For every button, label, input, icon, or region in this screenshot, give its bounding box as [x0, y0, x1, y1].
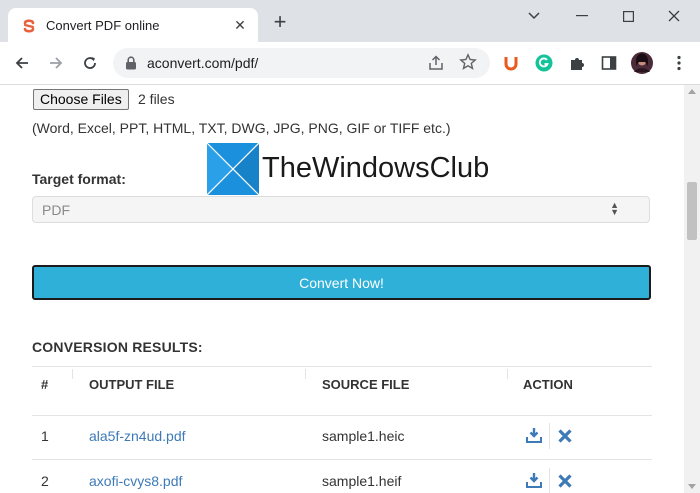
row-number: 1 — [41, 428, 49, 444]
watermark-text: TheWindowsClub — [262, 152, 490, 184]
lock-icon — [126, 56, 136, 70]
bookmark-star-icon[interactable] — [459, 53, 477, 71]
share-icon[interactable] — [427, 54, 445, 72]
convert-now-button[interactable]: Convert Now! — [32, 265, 651, 300]
page-content: Choose Files 2 files (Word, Excel, PPT, … — [0, 85, 684, 493]
back-icon[interactable] — [11, 52, 33, 74]
target-format-select[interactable]: PDF ▲ ▼ — [32, 196, 650, 223]
table-header: # OUTPUT FILE SOURCE FILE ACTION — [32, 366, 652, 416]
delete-icon[interactable] — [557, 428, 573, 444]
column-divider — [72, 369, 73, 379]
browser-tab[interactable]: Convert PDF online ✕ — [8, 8, 258, 42]
window-close-icon[interactable] — [652, 6, 696, 26]
puzzle-extensions-icon[interactable] — [566, 52, 588, 74]
tab-strip: Convert PDF online ✕ + — [0, 0, 700, 42]
source-file-name: sample1.heif — [322, 473, 402, 489]
scroll-up-arrow-icon[interactable] — [688, 89, 696, 94]
table-row: 1 ala5f-zn4ud.pdf sample1.heic — [32, 414, 652, 460]
header-source-file: SOURCE FILE — [322, 377, 410, 392]
forward-icon[interactable] — [45, 52, 67, 74]
scroll-down-arrow-icon[interactable] — [688, 484, 696, 489]
files-count: 2 files — [138, 91, 175, 107]
ublock-icon[interactable] — [500, 52, 522, 74]
scrollbar-thumb[interactable] — [687, 182, 697, 240]
vertical-scrollbar[interactable] — [684, 85, 700, 493]
maximize-icon[interactable] — [606, 6, 650, 26]
conversion-results-title: CONVERSION RESULTS: — [32, 339, 203, 355]
table-row: 2 axofi-cvys8.pdf sample1.heif — [32, 460, 652, 493]
thewindowsclub-logo-icon — [207, 143, 259, 195]
select-arrows-icon: ▲ ▼ — [610, 200, 619, 217]
output-file-link[interactable]: ala5f-zn4ud.pdf — [89, 428, 186, 444]
avatar[interactable] — [631, 52, 653, 74]
target-format-value: PDF — [42, 202, 70, 218]
tab-close-icon[interactable]: ✕ — [232, 17, 248, 33]
choose-files-button[interactable]: Choose Files — [33, 89, 129, 110]
tab-title: Convert PDF online — [46, 18, 160, 33]
download-icon[interactable] — [526, 427, 542, 443]
row-number: 2 — [41, 473, 49, 489]
tab-search-icon[interactable] — [512, 6, 556, 26]
header-action: ACTION — [523, 377, 573, 392]
address-bar[interactable]: aconvert.com/pdf/ — [113, 48, 490, 78]
new-tab-icon[interactable]: + — [270, 11, 290, 33]
column-divider — [305, 369, 306, 379]
column-divider — [507, 369, 508, 379]
minimize-icon[interactable] — [560, 6, 604, 26]
action-divider — [549, 468, 550, 493]
reload-icon[interactable] — [79, 52, 101, 74]
grammarly-icon[interactable] — [533, 52, 555, 74]
sidepanel-icon[interactable] — [598, 52, 620, 74]
browser-toolbar: aconvert.com/pdf/ — [0, 42, 700, 85]
download-icon[interactable] — [526, 472, 542, 488]
action-divider — [549, 423, 550, 449]
target-format-label: Target format: — [32, 171, 126, 187]
header-output-file: OUTPUT FILE — [89, 377, 175, 392]
delete-icon[interactable] — [557, 473, 573, 489]
header-number: # — [41, 377, 49, 392]
source-file-name: sample1.heic — [322, 428, 405, 444]
supported-formats-note: (Word, Excel, PPT, HTML, TXT, DWG, JPG, … — [32, 120, 451, 136]
aconvert-favicon-icon — [23, 19, 35, 33]
url-text: aconvert.com/pdf/ — [147, 55, 259, 71]
menu-kebab-icon[interactable] — [668, 52, 690, 74]
output-file-link[interactable]: axofi-cvys8.pdf — [89, 473, 182, 489]
